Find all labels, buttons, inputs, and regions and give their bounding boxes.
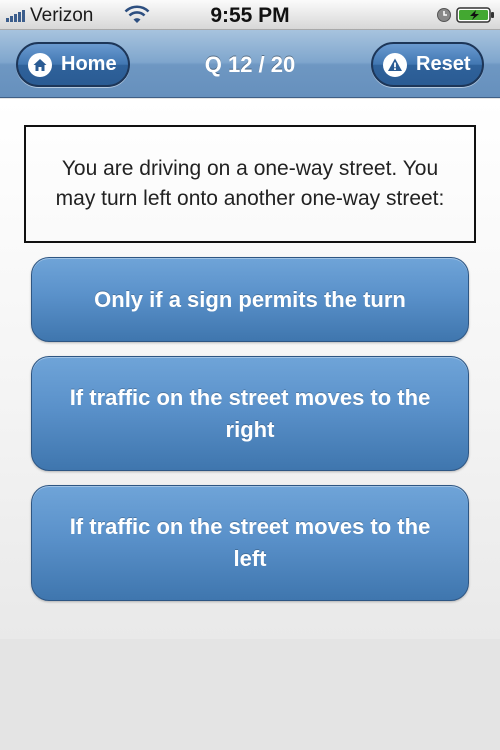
home-icon xyxy=(28,52,52,77)
reset-button-label: Reset xyxy=(416,53,471,75)
answer-button-3[interactable]: If traffic on the street moves to the le… xyxy=(31,485,469,601)
home-button-label: Home xyxy=(61,53,117,75)
home-button[interactable]: Home xyxy=(16,42,130,87)
question-counter: Q 12 / 20 xyxy=(204,52,296,77)
answer-button-2[interactable]: If traffic on the street moves to the ri… xyxy=(31,356,469,471)
question-text: You are driving on a one-way street. You… xyxy=(24,125,476,243)
reset-button[interactable]: Reset xyxy=(371,42,484,87)
alarm-clock-icon xyxy=(436,7,452,28)
quiz-content: You are driving on a one-way street. You… xyxy=(0,99,500,639)
warning-icon xyxy=(383,52,407,77)
status-time: 9:55 PM xyxy=(210,4,290,27)
bottom-area xyxy=(0,639,500,750)
battery-charging-icon xyxy=(456,7,496,28)
navigation-bar: Home Q 12 / 20 Reset xyxy=(0,30,500,98)
answer-button-1[interactable]: Only if a sign permits the turn xyxy=(31,257,469,342)
status-bar: Verizon 9:55 PM xyxy=(0,0,500,30)
